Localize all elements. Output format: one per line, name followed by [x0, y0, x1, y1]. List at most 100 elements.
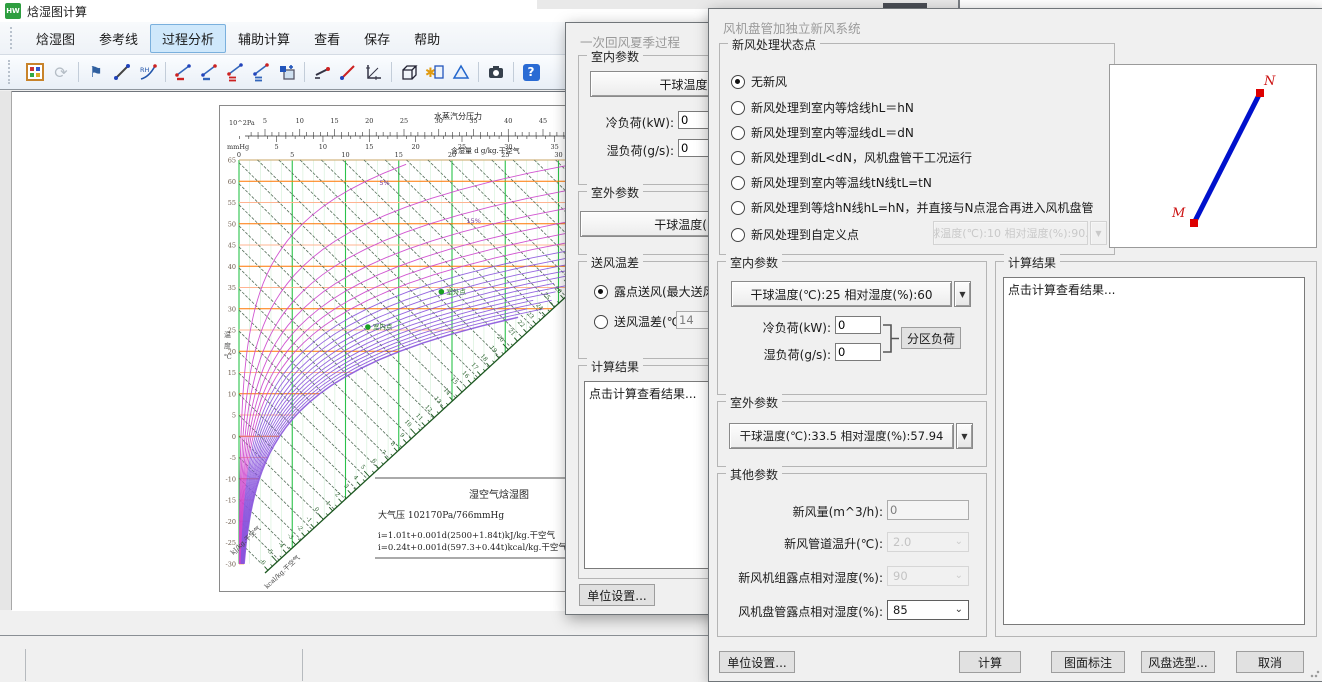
svg-text:10: 10: [319, 143, 327, 151]
radio-icon[interactable]: [731, 101, 745, 115]
camera-icon[interactable]: [484, 60, 508, 84]
wet-load-input[interactable]: [835, 343, 881, 361]
svg-text:-10: -10: [226, 475, 236, 483]
radio-iso-enthalpy[interactable]: 新风处理到室内等焓线hL＝hN: [731, 99, 914, 116]
outdoor-state-combo-label[interactable]: 干球温度(℃):33.5 相对湿度(%):57.94: [729, 423, 954, 449]
help-icon[interactable]: ?: [519, 60, 543, 84]
radio-icon[interactable]: [594, 285, 608, 299]
svg-text:-15: -15: [226, 497, 236, 505]
outdoor-state-combo[interactable]: 干球温度(℃):33.5 相对湿度(%):57.94 ▼: [729, 423, 973, 449]
point-n-marker: [1256, 89, 1264, 97]
toolbar-grip-handle[interactable]: [8, 60, 14, 84]
triangle-icon[interactable]: [449, 60, 473, 84]
unit-settings-button[interactable]: 单位设置...: [579, 584, 655, 606]
svg-text:室内点: 室内点: [373, 322, 393, 331]
radio-icon[interactable]: [731, 228, 745, 242]
radio-custom-point[interactable]: 新风处理到自定义点: [731, 226, 859, 243]
fau-dew-rh-label: 新风机组露点相对湿度(%):: [721, 569, 883, 586]
radio-supply-temp-diff[interactable]: 送风温差(℃): [594, 313, 685, 330]
svg-text:20: 20: [365, 117, 373, 125]
svg-text:15: 15: [330, 117, 338, 125]
rh-curve-icon[interactable]: RH: [136, 60, 160, 84]
radio-icon[interactable]: [731, 126, 745, 140]
group-legend: 其他参数: [726, 466, 782, 483]
radio-mix-before-coil[interactable]: 新风处理到等焓hN线hL=hN，并直接与N点混合再进入风机盘管: [731, 199, 1094, 216]
menu-item-help[interactable]: 帮助: [402, 24, 452, 53]
chevron-down-icon: ▼: [1090, 221, 1107, 245]
process-line-red-equals-icon[interactable]: [223, 60, 247, 84]
group-legend: 新风处理状态点: [728, 36, 820, 53]
dialog-title: 风机盘管加独立新风系统: [723, 18, 861, 37]
svg-text:35: 35: [228, 284, 236, 292]
axes-icon[interactable]: [362, 60, 386, 84]
indoor-state-combo[interactable]: 干球温度(℃):25 相对湿度(%):60 ▼: [731, 281, 971, 307]
toolbar-separator: [78, 62, 79, 82]
radio-dry-condition[interactable]: 新风处理到dL<dN，风机盘管干工况运行: [731, 149, 972, 166]
cool-load-input[interactable]: [835, 316, 881, 334]
result-textbox[interactable]: 点击计算查看结果...: [1003, 277, 1305, 625]
menu-item-view[interactable]: 查看: [302, 24, 352, 53]
indoor-state-combo-label[interactable]: 干球温度(℃):25 相对湿度(%):60: [731, 281, 952, 307]
radio-icon[interactable]: [731, 151, 745, 165]
svg-text:40: 40: [504, 117, 512, 125]
refresh-icon: ⟳: [49, 60, 73, 84]
wet-load-label: 湿负荷(g/s):: [586, 142, 674, 159]
radio-no-fresh-air[interactable]: 无新风: [731, 73, 787, 90]
svg-text:5: 5: [275, 143, 279, 151]
group-legend: 送风温差: [587, 254, 643, 271]
chevron-down-icon[interactable]: ▼: [954, 281, 971, 307]
chevron-down-icon[interactable]: ▼: [956, 423, 973, 449]
process-line-red-minus-icon[interactable]: [171, 60, 195, 84]
process-line-blue-minus-icon[interactable]: [197, 60, 221, 84]
menu-item-aux-calculation[interactable]: 辅助计算: [226, 24, 302, 53]
menu-item-reference-lines[interactable]: 参考线: [87, 24, 150, 53]
dialog-fan-coil-fresh-air[interactable]: 风机盘管加独立新风系统 新风处理状态点 无新风 新风处理到室内等焓线hL＝hN …: [708, 8, 1322, 682]
group-legend: 计算结果: [587, 358, 643, 375]
chevron-down-icon[interactable]: ⌄: [955, 605, 963, 615]
menu-item-save[interactable]: 保存: [352, 24, 402, 53]
fcu-selection-button[interactable]: 风盘选型...: [1141, 651, 1215, 673]
radio-iso-humidity[interactable]: 新风处理到室内等湿线dL＝dN: [731, 124, 914, 141]
select-value: 85: [893, 603, 908, 617]
radio-iso-temperature[interactable]: 新风处理到室内等温线tN线tL=tN: [731, 174, 932, 191]
svg-text:-30: -30: [226, 560, 236, 568]
resize-grip[interactable]: [1310, 668, 1320, 678]
zone-load-button[interactable]: 分区负荷: [901, 327, 961, 349]
connect-line-icon[interactable]: [310, 60, 334, 84]
radio-icon[interactable]: [731, 201, 745, 215]
app-icon: HW: [5, 3, 21, 19]
fcu-dew-rh-select[interactable]: 85 ⌄: [887, 600, 969, 620]
add-state-point-icon[interactable]: [275, 60, 299, 84]
settings-panel-icon[interactable]: ✱: [423, 60, 447, 84]
svg-text:湿空气焓湿图: 湿空气焓湿图: [469, 488, 529, 501]
svg-text:含湿量 d g/kg.干空气: 含湿量 d g/kg.干空气: [451, 146, 520, 155]
radio-icon[interactable]: [731, 176, 745, 190]
red-line-icon[interactable]: [336, 60, 360, 84]
cube-3d-icon[interactable]: [397, 60, 421, 84]
group-legend: 计算结果: [1004, 254, 1060, 271]
radio-icon[interactable]: [594, 315, 608, 329]
flag-marker-icon[interactable]: ⚑: [84, 60, 108, 84]
svg-text:30: 30: [554, 151, 562, 159]
svg-text:50: 50: [228, 220, 236, 228]
radio-icon[interactable]: [731, 75, 745, 89]
fcu-dew-rh-label: 风机盘管露点相对湿度(%):: [721, 603, 883, 620]
duct-temp-rise-select: 2.0⌄: [887, 532, 969, 552]
chart-palette-icon[interactable]: [23, 60, 47, 84]
group-legend: 室外参数: [726, 394, 782, 411]
select-value: 2.0: [893, 535, 911, 549]
cancel-button[interactable]: 取消: [1236, 651, 1304, 673]
process-line-blue-equals-icon[interactable]: [249, 60, 273, 84]
unit-settings-button[interactable]: 单位设置...: [719, 651, 795, 673]
svg-text:10^2Pa: 10^2Pa: [229, 119, 255, 127]
point-m-label: M: [1171, 206, 1186, 221]
radio-label: 新风处理到室内等焓线hL＝hN: [751, 99, 914, 116]
annotate-button[interactable]: 图面标注: [1051, 651, 1125, 673]
radio-label: 新风处理到等焓hN线hL=hN，并直接与N点混合再进入风机盘管: [751, 199, 1094, 216]
menu-grip-handle[interactable]: [10, 27, 16, 49]
menu-item-psychrometric-chart[interactable]: 焓湿图: [24, 24, 87, 53]
line-tool-icon[interactable]: [110, 60, 134, 84]
calculate-button[interactable]: 计算: [959, 651, 1021, 673]
svg-text:-20: -20: [226, 518, 236, 526]
menu-item-process-analysis[interactable]: 过程分析: [150, 24, 226, 53]
